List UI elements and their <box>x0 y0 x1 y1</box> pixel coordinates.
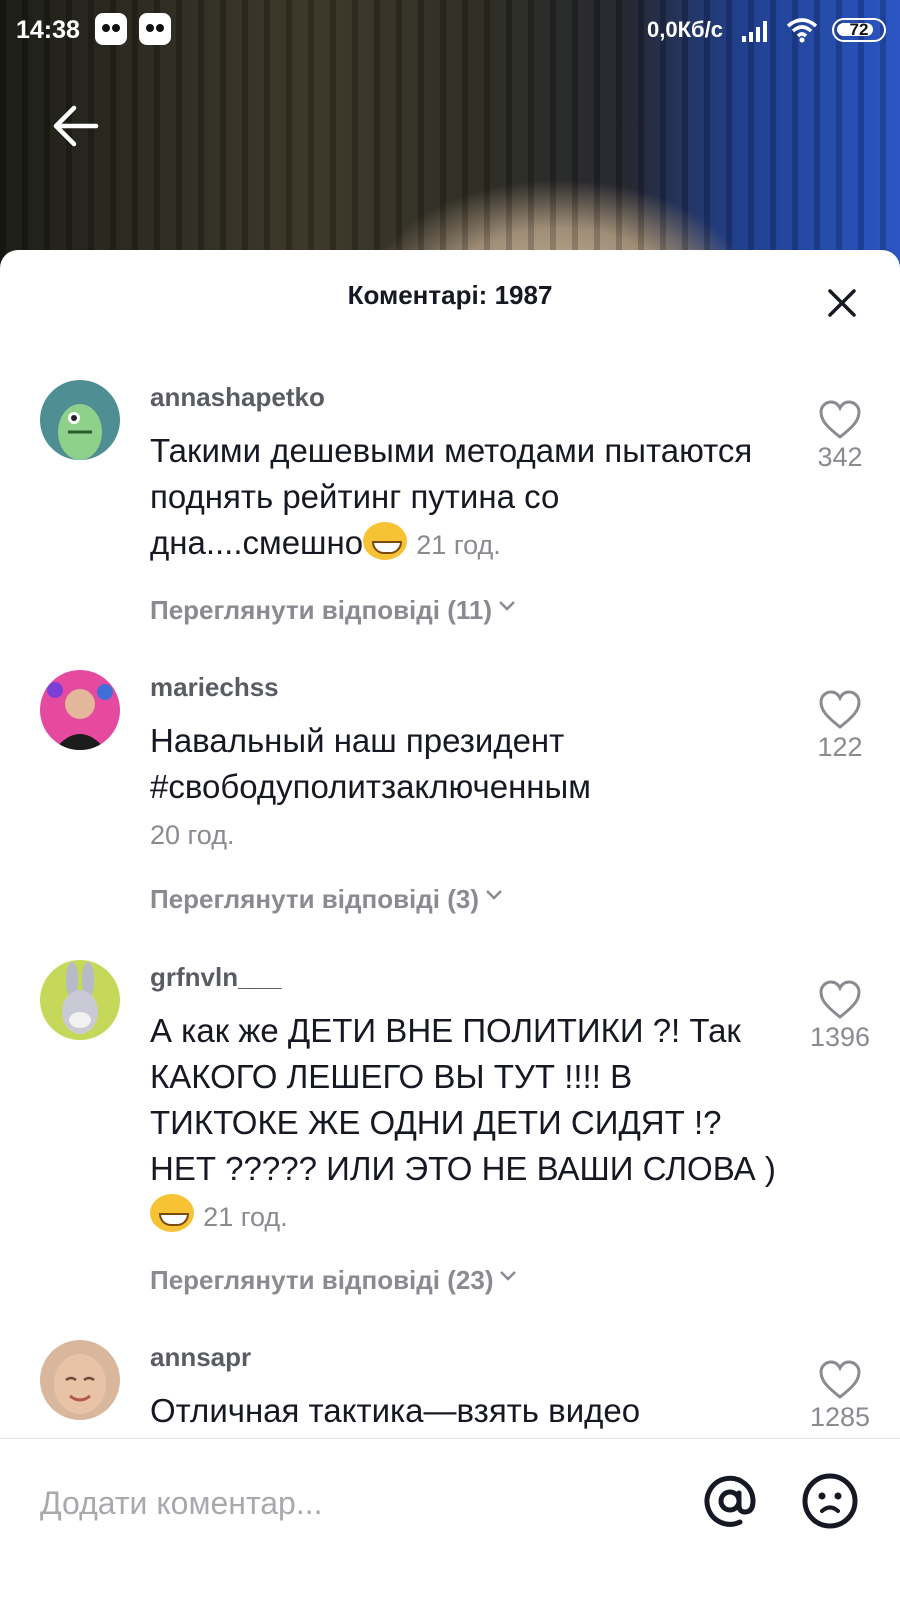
comments-count-title: Коментарі: 1987 <box>347 280 553 310</box>
mention-at-icon[interactable] <box>700 1471 760 1531</box>
battery-level: 72 <box>849 20 869 39</box>
view-replies-button[interactable]: Переглянути відповіді (11) <box>150 595 516 626</box>
comment-text: Такими дешевыми методами пытаются поднят… <box>150 428 780 568</box>
like-count: 122 <box>817 732 863 762</box>
comments-sheet: Коментарі: 1987 annashapetko Такими деше… <box>0 250 900 1600</box>
view-replies-label: Переглянути відповіді (23) <box>150 1265 494 1295</box>
comment-text-body: А как же ДЕТИ ВНЕ ПОЛИТИКИ ?! Так КАКОГО… <box>150 1012 776 1187</box>
comment-username[interactable]: annsapr <box>150 1342 251 1373</box>
like-count: 342 <box>817 442 863 472</box>
status-time: 14:38 <box>16 16 80 44</box>
like-button[interactable]: 1285 <box>800 1360 880 1433</box>
status-bar: 14:38 0,0Кб/с 72 <box>0 0 900 62</box>
chevron-down-icon <box>499 601 515 611</box>
comment-text: Навальный наш президент #свободуполитзак… <box>150 718 780 858</box>
heart-icon <box>819 400 861 439</box>
wifi-icon <box>786 18 818 43</box>
heart-icon <box>819 1360 861 1399</box>
comment-text-body: Навальный наш президент #свободуполитзак… <box>150 722 591 805</box>
avatar[interactable] <box>40 380 120 460</box>
comment-username[interactable]: grfnvln___ <box>150 962 282 993</box>
view-replies-button[interactable]: Переглянути відповіді (23) <box>150 1265 517 1296</box>
comment-text: Отличная тактика—взять видео <box>150 1388 780 1434</box>
like-button[interactable]: 1396 <box>800 980 880 1053</box>
view-replies-button[interactable]: Переглянути відповіді (3) <box>150 884 503 915</box>
chevron-down-icon <box>486 890 502 900</box>
comment-age: 20 год. <box>150 820 235 850</box>
comments-list[interactable]: annashapetko Такими дешевыми методами пы… <box>0 345 900 1457</box>
signal-icon <box>742 21 767 42</box>
close-icon[interactable] <box>822 283 862 323</box>
comment-input-bar <box>0 1438 900 1600</box>
view-replies-label: Переглянути відповіді (3) <box>150 884 480 914</box>
comment-username[interactable]: mariechss <box>150 672 279 703</box>
like-count: 1285 <box>809 1402 871 1432</box>
like-count: 1396 <box>809 1022 871 1052</box>
avatar[interactable] <box>40 1340 120 1420</box>
like-button[interactable]: 342 <box>800 400 880 473</box>
add-comment-input[interactable] <box>40 1473 660 1533</box>
comment-age: 21 год. <box>203 1202 288 1232</box>
notification-app-icon <box>95 13 127 45</box>
comment-text: А как же ДЕТИ ВНЕ ПОЛИТИКИ ?! Так КАКОГО… <box>150 1008 780 1240</box>
comment-age: 21 год. <box>416 530 501 560</box>
chevron-down-icon <box>500 1271 517 1281</box>
like-button[interactable]: 122 <box>800 690 880 763</box>
grinning-face-icon <box>363 522 408 560</box>
network-speed: 0,0Кб/с <box>647 17 723 42</box>
view-replies-label: Переглянути відповіді (11) <box>150 595 493 625</box>
avatar[interactable] <box>40 670 120 750</box>
battery-icon: 72 <box>832 18 886 42</box>
notification-app-icon <box>139 13 171 45</box>
emoji-icon[interactable] <box>800 1471 860 1531</box>
comment-text-body: Отличная тактика—взять видео <box>150 1392 641 1429</box>
comment-username[interactable]: annashapetko <box>150 382 325 413</box>
back-arrow-icon[interactable] <box>48 98 104 154</box>
avatar[interactable] <box>40 960 120 1040</box>
sheet-header: Коментарі: 1987 <box>0 250 900 345</box>
heart-icon <box>819 690 861 729</box>
heart-icon <box>819 980 861 1019</box>
smirking-face-icon <box>150 1194 194 1232</box>
